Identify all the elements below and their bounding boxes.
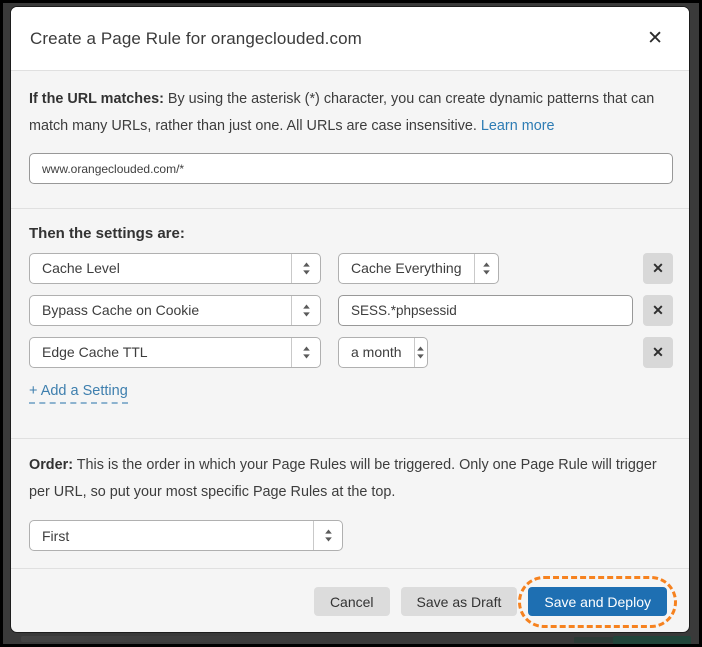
- setting-row-cache-level: Cache Level Cache Everything ✕: [29, 252, 673, 284]
- page-title: Create a Page Rule for orangeclouded.com: [30, 29, 362, 49]
- url-match-section: If the URL matches: By using the asteris…: [11, 70, 689, 208]
- select-value: Edge Cache TTL: [30, 344, 291, 360]
- dimmed-background-page: Create a Page Rule for orangeclouded.com…: [3, 3, 699, 644]
- value-select-cache-everything[interactable]: Cache Everything: [338, 253, 499, 284]
- setting-row-bypass-cache: Bypass Cache on Cookie ✕: [29, 294, 673, 326]
- setting-row-edge-cache-ttl: Edge Cache TTL a month ✕: [29, 336, 673, 368]
- order-label: Order:: [29, 457, 73, 473]
- save-as-draft-button[interactable]: Save as Draft: [401, 587, 518, 616]
- select-value: Bypass Cache on Cookie: [30, 302, 291, 318]
- select-value: Cache Level: [30, 260, 291, 276]
- select-value: Cache Everything: [339, 260, 474, 276]
- close-icon[interactable]: ✕: [643, 27, 667, 50]
- chevron-up-down-icon: [291, 254, 320, 283]
- learn-more-link[interactable]: Learn more: [481, 118, 555, 134]
- select-value: First: [30, 528, 313, 544]
- order-text: This is the order in which your Page Rul…: [29, 457, 657, 500]
- settings-section: Then the settings are: Cache Level Cache…: [11, 208, 689, 438]
- order-select[interactable]: First: [29, 520, 343, 551]
- value-select-ttl[interactable]: a month: [338, 337, 428, 368]
- chevron-up-down-icon: [291, 338, 320, 367]
- settings-heading: Then the settings are:: [29, 225, 673, 242]
- cancel-button[interactable]: Cancel: [314, 587, 390, 616]
- setting-select-bypass-cache[interactable]: Bypass Cache on Cookie: [29, 295, 321, 326]
- remove-setting-icon[interactable]: ✕: [643, 337, 673, 368]
- save-and-deploy-button[interactable]: Save and Deploy: [528, 587, 667, 616]
- url-match-label: If the URL matches:: [29, 91, 164, 107]
- url-match-description: If the URL matches: By using the asteris…: [29, 86, 673, 140]
- remove-setting-icon[interactable]: ✕: [643, 295, 673, 326]
- add-setting-link[interactable]: + Add a Setting: [29, 383, 128, 404]
- chevron-up-down-icon: [414, 338, 427, 367]
- url-pattern-input[interactable]: [29, 153, 673, 184]
- modal-header: Create a Page Rule for orangeclouded.com…: [11, 7, 689, 70]
- remove-setting-icon[interactable]: ✕: [643, 253, 673, 284]
- background-statusbar-fragment: [21, 636, 351, 642]
- chevron-up-down-icon: [291, 296, 320, 325]
- chevron-up-down-icon: [474, 254, 498, 283]
- select-value: a month: [339, 344, 414, 360]
- cookie-pattern-input[interactable]: [338, 295, 633, 326]
- background-page-fragment: [613, 636, 691, 644]
- chevron-up-down-icon: [313, 521, 342, 550]
- modal-footer: Cancel Save as Draft Save and Deploy: [11, 568, 689, 633]
- save-and-deploy-wrap: Save and Deploy: [528, 587, 667, 616]
- create-page-rule-modal: Create a Page Rule for orangeclouded.com…: [10, 6, 690, 633]
- setting-select-edge-cache-ttl[interactable]: Edge Cache TTL: [29, 337, 321, 368]
- setting-select-cache-level[interactable]: Cache Level: [29, 253, 321, 284]
- order-description: Order: This is the order in which your P…: [29, 452, 673, 506]
- order-section: Order: This is the order in which your P…: [11, 438, 689, 568]
